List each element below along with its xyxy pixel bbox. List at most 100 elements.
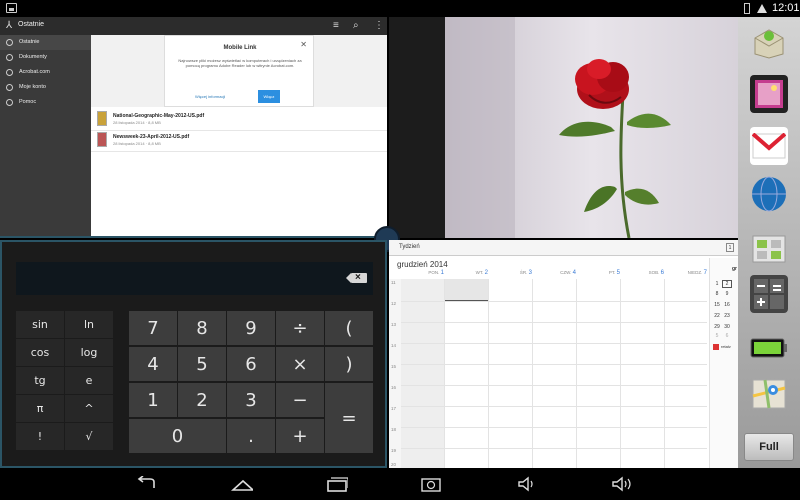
hour-label: 13 (391, 322, 397, 327)
factorial-button[interactable]: ! (16, 423, 64, 450)
overflow-menu-icon[interactable]: ⋮ (374, 20, 384, 32)
decimal-button[interactable]: . (227, 419, 275, 453)
mini-week-row[interactable]: 56 (712, 333, 732, 339)
cos-button[interactable]: cos (16, 339, 64, 366)
backspace-button[interactable] (346, 271, 369, 286)
digit-6-button[interactable]: 6 (227, 347, 275, 381)
mini-week-row[interactable]: 12 (712, 280, 732, 288)
cloud-icon (6, 69, 13, 76)
digit-9-button[interactable]: 9 (227, 311, 275, 345)
close-icon[interactable]: ✕ (300, 40, 307, 49)
mini-week-row[interactable]: 89 (712, 291, 732, 297)
selected-day[interactable]: 2 (722, 280, 732, 288)
acrobat-window[interactable]: ⅄ Ostatnie ≡ ⌕ ⋮ Ostatnie Dokumenty Acro… (0, 17, 387, 238)
multiply-button[interactable]: × (276, 347, 324, 381)
sidebar-item-account[interactable]: Moje konto (0, 80, 91, 95)
hour-label: 20 (391, 462, 397, 467)
sidebar-item-label: Pomoc (19, 99, 37, 105)
divider (91, 130, 387, 131)
box-app-icon[interactable] (750, 23, 788, 61)
full-button[interactable]: Full (744, 433, 794, 461)
volume-down-icon[interactable] (516, 476, 538, 492)
sidebar-item-recent[interactable]: Ostatnie (0, 35, 91, 50)
mini-month-title: gr (732, 266, 737, 272)
digit-5-button[interactable]: 5 (178, 347, 226, 381)
photo-viewer-window[interactable] (389, 17, 738, 238)
equals-button[interactable]: = (325, 383, 373, 453)
digit-4-button[interactable]: 4 (129, 347, 177, 381)
ln-button[interactable]: ln (65, 311, 113, 338)
minus-button[interactable]: − (276, 383, 324, 417)
globe-icon[interactable] (750, 175, 788, 213)
e-button[interactable]: e (65, 367, 113, 394)
file-list-item[interactable]: National-Geographic-May-2012-US.pdf 28 l… (97, 111, 377, 129)
grid-line (401, 343, 707, 344)
digit-8-button[interactable]: 8 (178, 311, 226, 345)
gallery-icon[interactable] (750, 75, 788, 113)
day-header[interactable]: WT. 2 (444, 270, 488, 279)
power-button[interactable]: ^ (65, 395, 113, 422)
day-header[interactable]: PON. 1 (401, 270, 444, 279)
sqrt-button[interactable]: √ (65, 423, 113, 450)
day-header[interactable]: CZW. 4 (532, 270, 576, 279)
mini-week-row[interactable]: 29 30 (712, 324, 732, 330)
close-paren-button[interactable]: ) (325, 347, 373, 381)
calendar-window[interactable]: Tydzień 1 grudzień 2014 PON. 1 WT. 2 ŚR.… (389, 240, 738, 468)
mini-week-row[interactable]: 22 23 (712, 313, 732, 319)
mini-week-row[interactable]: 15 16 (712, 302, 732, 308)
file-list-item[interactable]: Newsweek-23-April-2012-US.pdf 28 listopa… (97, 132, 377, 150)
sidebar-item-acrobat-com[interactable]: Acrobat.com (0, 65, 91, 80)
digit-0-button[interactable]: 0 (129, 419, 226, 453)
calculator-window[interactable]: sin ln cos log tg e π ^ ! √ 7 8 9 4 5 6 … (0, 240, 387, 468)
digit-1-button[interactable]: 1 (129, 383, 177, 417)
file-meta: 28 listopada 2014 · 8,8 MB (113, 141, 161, 146)
more-info-link[interactable]: Więcej informacji (195, 94, 225, 99)
search-icon[interactable]: ⌕ (353, 20, 359, 32)
plus-button[interactable]: + (276, 419, 324, 453)
today-button[interactable]: 1 (726, 243, 734, 252)
gmail-icon[interactable] (750, 127, 788, 165)
calendar-legend[interactable]: retalv (713, 344, 731, 350)
sidebar-item-help[interactable]: Pomoc (0, 95, 91, 110)
battery-widget-icon[interactable] (750, 329, 788, 367)
week-grid[interactable]: PON. 1 WT. 2 ŚR. 3 CZW. 4 PT. 5 SOB. 6 N… (389, 270, 707, 468)
digit-3-button[interactable]: 3 (227, 383, 275, 417)
file-name: National-Geographic-May-2012-US.pdf (113, 113, 205, 119)
maps-icon[interactable] (750, 375, 788, 413)
grid-line (532, 279, 533, 468)
open-paren-button[interactable]: ( (325, 311, 373, 345)
filter-icon[interactable]: ≡ (333, 20, 339, 32)
digit-7-button[interactable]: 7 (129, 311, 177, 345)
rose-photo (445, 17, 738, 238)
day-header[interactable]: ŚR. 3 (488, 270, 532, 279)
sin-button[interactable]: sin (16, 311, 64, 338)
file-meta: 28 listopada 2014 · 8,8 MB (113, 120, 161, 125)
divide-button[interactable]: ÷ (276, 311, 324, 345)
enable-button[interactable]: Włącz (258, 90, 280, 103)
log-button[interactable]: log (65, 339, 113, 366)
pdf-thumbnail (97, 132, 107, 147)
day-header[interactable]: NIEDZ. 7 (664, 270, 707, 279)
screenshot-icon[interactable] (420, 476, 442, 492)
folder-icon (6, 54, 13, 61)
pi-button[interactable]: π (16, 395, 64, 422)
tg-button[interactable]: tg (16, 367, 64, 394)
acrobat-logo-icon[interactable]: ⅄ (6, 20, 12, 31)
day-header[interactable]: SOB. 6 (620, 270, 664, 279)
sidebar-item-documents[interactable]: Dokumenty (0, 50, 91, 65)
pdf-thumbnail (97, 111, 107, 126)
calculator-icon[interactable] (750, 275, 788, 313)
volume-up-icon[interactable] (610, 476, 632, 492)
day-header[interactable]: PT. 5 (576, 270, 620, 279)
grid-line (401, 406, 707, 407)
home-icon[interactable] (231, 476, 253, 492)
back-icon[interactable] (136, 476, 158, 492)
grid-line (401, 385, 707, 386)
app-dock: Full (738, 17, 800, 468)
sidebar-item-label: Acrobat.com (19, 69, 50, 75)
clock-icon (6, 39, 13, 46)
recent-apps-icon[interactable] (326, 476, 348, 492)
widgets-icon[interactable] (750, 227, 788, 265)
digit-2-button[interactable]: 2 (178, 383, 226, 417)
view-selector[interactable]: Tydzień (399, 244, 420, 250)
